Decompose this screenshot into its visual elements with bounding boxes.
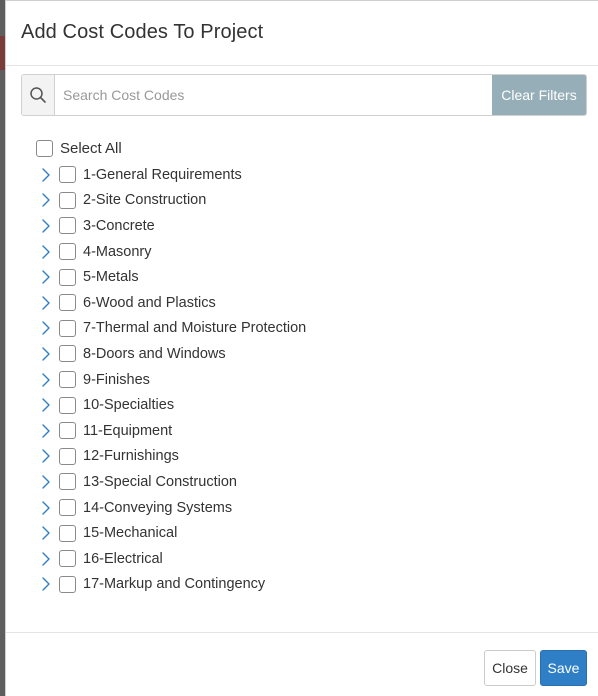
chevron-right-icon[interactable]: [41, 576, 51, 592]
tree-item[interactable]: 3-Concrete: [36, 213, 576, 239]
tree-item-label: 16-Electrical: [83, 550, 163, 567]
tree-item-checkbox[interactable]: [59, 319, 76, 337]
tree-item-label: 3-Concrete: [83, 217, 155, 234]
tree-item[interactable]: 14-Conveying Systems: [36, 495, 576, 521]
add-cost-codes-modal: Add Cost Codes To Project Clear Filters …: [5, 0, 598, 696]
select-all-checkbox[interactable]: [36, 139, 53, 157]
chevron-right-icon[interactable]: [41, 372, 51, 388]
tree-item[interactable]: 7-Thermal and Moisture Protection: [36, 316, 576, 342]
tree-item-label: 2-Site Construction: [83, 192, 207, 209]
tree-item[interactable]: 4-Masonry: [36, 239, 576, 265]
select-all-label: Select All: [60, 139, 122, 157]
tree-item-label: 13-Special Construction: [83, 473, 237, 490]
tree-item-checkbox[interactable]: [59, 575, 76, 593]
tree-item-label: 15-Mechanical: [83, 525, 178, 542]
modal-title: Add Cost Codes To Project: [21, 21, 264, 43]
chevron-right-icon[interactable]: [41, 551, 51, 567]
tree-item[interactable]: 15-Mechanical: [36, 520, 576, 546]
tree-item[interactable]: 1-General Requirements: [36, 162, 576, 188]
tree-item-label: 1-General Requirements: [83, 166, 242, 183]
tree-item[interactable]: 8-Doors and Windows: [36, 341, 576, 367]
tree-item[interactable]: 5-Metals: [36, 264, 576, 290]
chevron-right-icon[interactable]: [41, 474, 51, 490]
tree-item-label: 8-Doors and Windows: [83, 345, 226, 362]
save-button[interactable]: Save: [540, 650, 587, 686]
tree-items: 1-General Requirements 2-Site Constructio…: [36, 162, 576, 597]
tree-item-label: 14-Conveying Systems: [83, 499, 233, 516]
tree-item-label: 11-Equipment: [83, 422, 173, 439]
select-all-row[interactable]: Select All: [36, 137, 576, 159]
tree-item[interactable]: 17-Markup and Contingency: [36, 572, 576, 598]
chevron-right-icon[interactable]: [41, 423, 51, 439]
tree-item-checkbox[interactable]: [59, 524, 76, 542]
chevron-right-icon[interactable]: [41, 192, 51, 208]
tree-item[interactable]: 6-Wood and Plastics: [36, 290, 576, 316]
tree-item-label: 9-Finishes: [83, 371, 150, 388]
chevron-right-icon[interactable]: [41, 346, 51, 362]
chevron-right-icon[interactable]: [41, 500, 51, 516]
tree-item-checkbox[interactable]: [59, 499, 76, 517]
tree-item-checkbox[interactable]: [59, 550, 76, 568]
chevron-right-icon[interactable]: [41, 218, 51, 234]
chevron-right-icon[interactable]: [41, 320, 51, 336]
tree-item[interactable]: 13-Special Construction: [36, 469, 576, 495]
tree-item[interactable]: 10-Specialties: [36, 392, 576, 418]
tree-item[interactable]: 9-Finishes: [36, 367, 576, 393]
tree-item-checkbox[interactable]: [59, 447, 76, 465]
tree-item-label: 6-Wood and Plastics: [83, 294, 216, 311]
tree-item-checkbox[interactable]: [59, 243, 76, 261]
tree-item-label: 10-Specialties: [83, 397, 175, 414]
chevron-right-icon[interactable]: [41, 448, 51, 464]
tree-item[interactable]: 16-Electrical: [36, 546, 576, 572]
tree-item-checkbox[interactable]: [59, 345, 76, 363]
tree-item-checkbox[interactable]: [59, 217, 76, 235]
close-button[interactable]: Close: [484, 650, 536, 686]
tree-item-checkbox[interactable]: [59, 396, 76, 414]
tree-item-checkbox[interactable]: [59, 268, 76, 286]
tree-item-checkbox[interactable]: [59, 473, 76, 491]
search-input[interactable]: [55, 75, 492, 115]
search-icon: [22, 75, 55, 115]
tree-item[interactable]: 11-Equipment: [36, 418, 576, 444]
tree-item-label: 7-Thermal and Moisture Protection: [83, 320, 307, 337]
modal-header: Add Cost Codes To Project: [6, 1, 598, 66]
tree-item-checkbox[interactable]: [59, 371, 76, 389]
chevron-right-icon[interactable]: [41, 167, 51, 183]
tree-item-label: 17-Markup and Contingency: [83, 576, 266, 593]
tree-item-checkbox[interactable]: [59, 422, 76, 440]
tree-item-label: 4-Masonry: [83, 243, 152, 260]
chevron-right-icon[interactable]: [41, 397, 51, 413]
tree-item-checkbox[interactable]: [59, 191, 76, 209]
tree-item[interactable]: 12-Furnishings: [36, 444, 576, 470]
tree-item[interactable]: 2-Site Construction: [36, 188, 576, 214]
chevron-right-icon[interactable]: [41, 295, 51, 311]
tree-item-checkbox[interactable]: [59, 166, 76, 184]
clear-filters-button[interactable]: Clear Filters: [492, 75, 586, 115]
modal-footer: Close Save: [6, 632, 598, 696]
search-bar: Clear Filters: [21, 74, 587, 116]
chevron-right-icon[interactable]: [41, 269, 51, 285]
tree-item-checkbox[interactable]: [59, 294, 76, 312]
tree-item-label: 12-Furnishings: [83, 448, 179, 465]
chevron-right-icon[interactable]: [41, 525, 51, 541]
chevron-right-icon[interactable]: [41, 244, 51, 260]
tree-item-label: 5-Metals: [83, 269, 139, 286]
cost-code-tree: Select All 1-General Requirements 2-Site …: [36, 137, 576, 597]
